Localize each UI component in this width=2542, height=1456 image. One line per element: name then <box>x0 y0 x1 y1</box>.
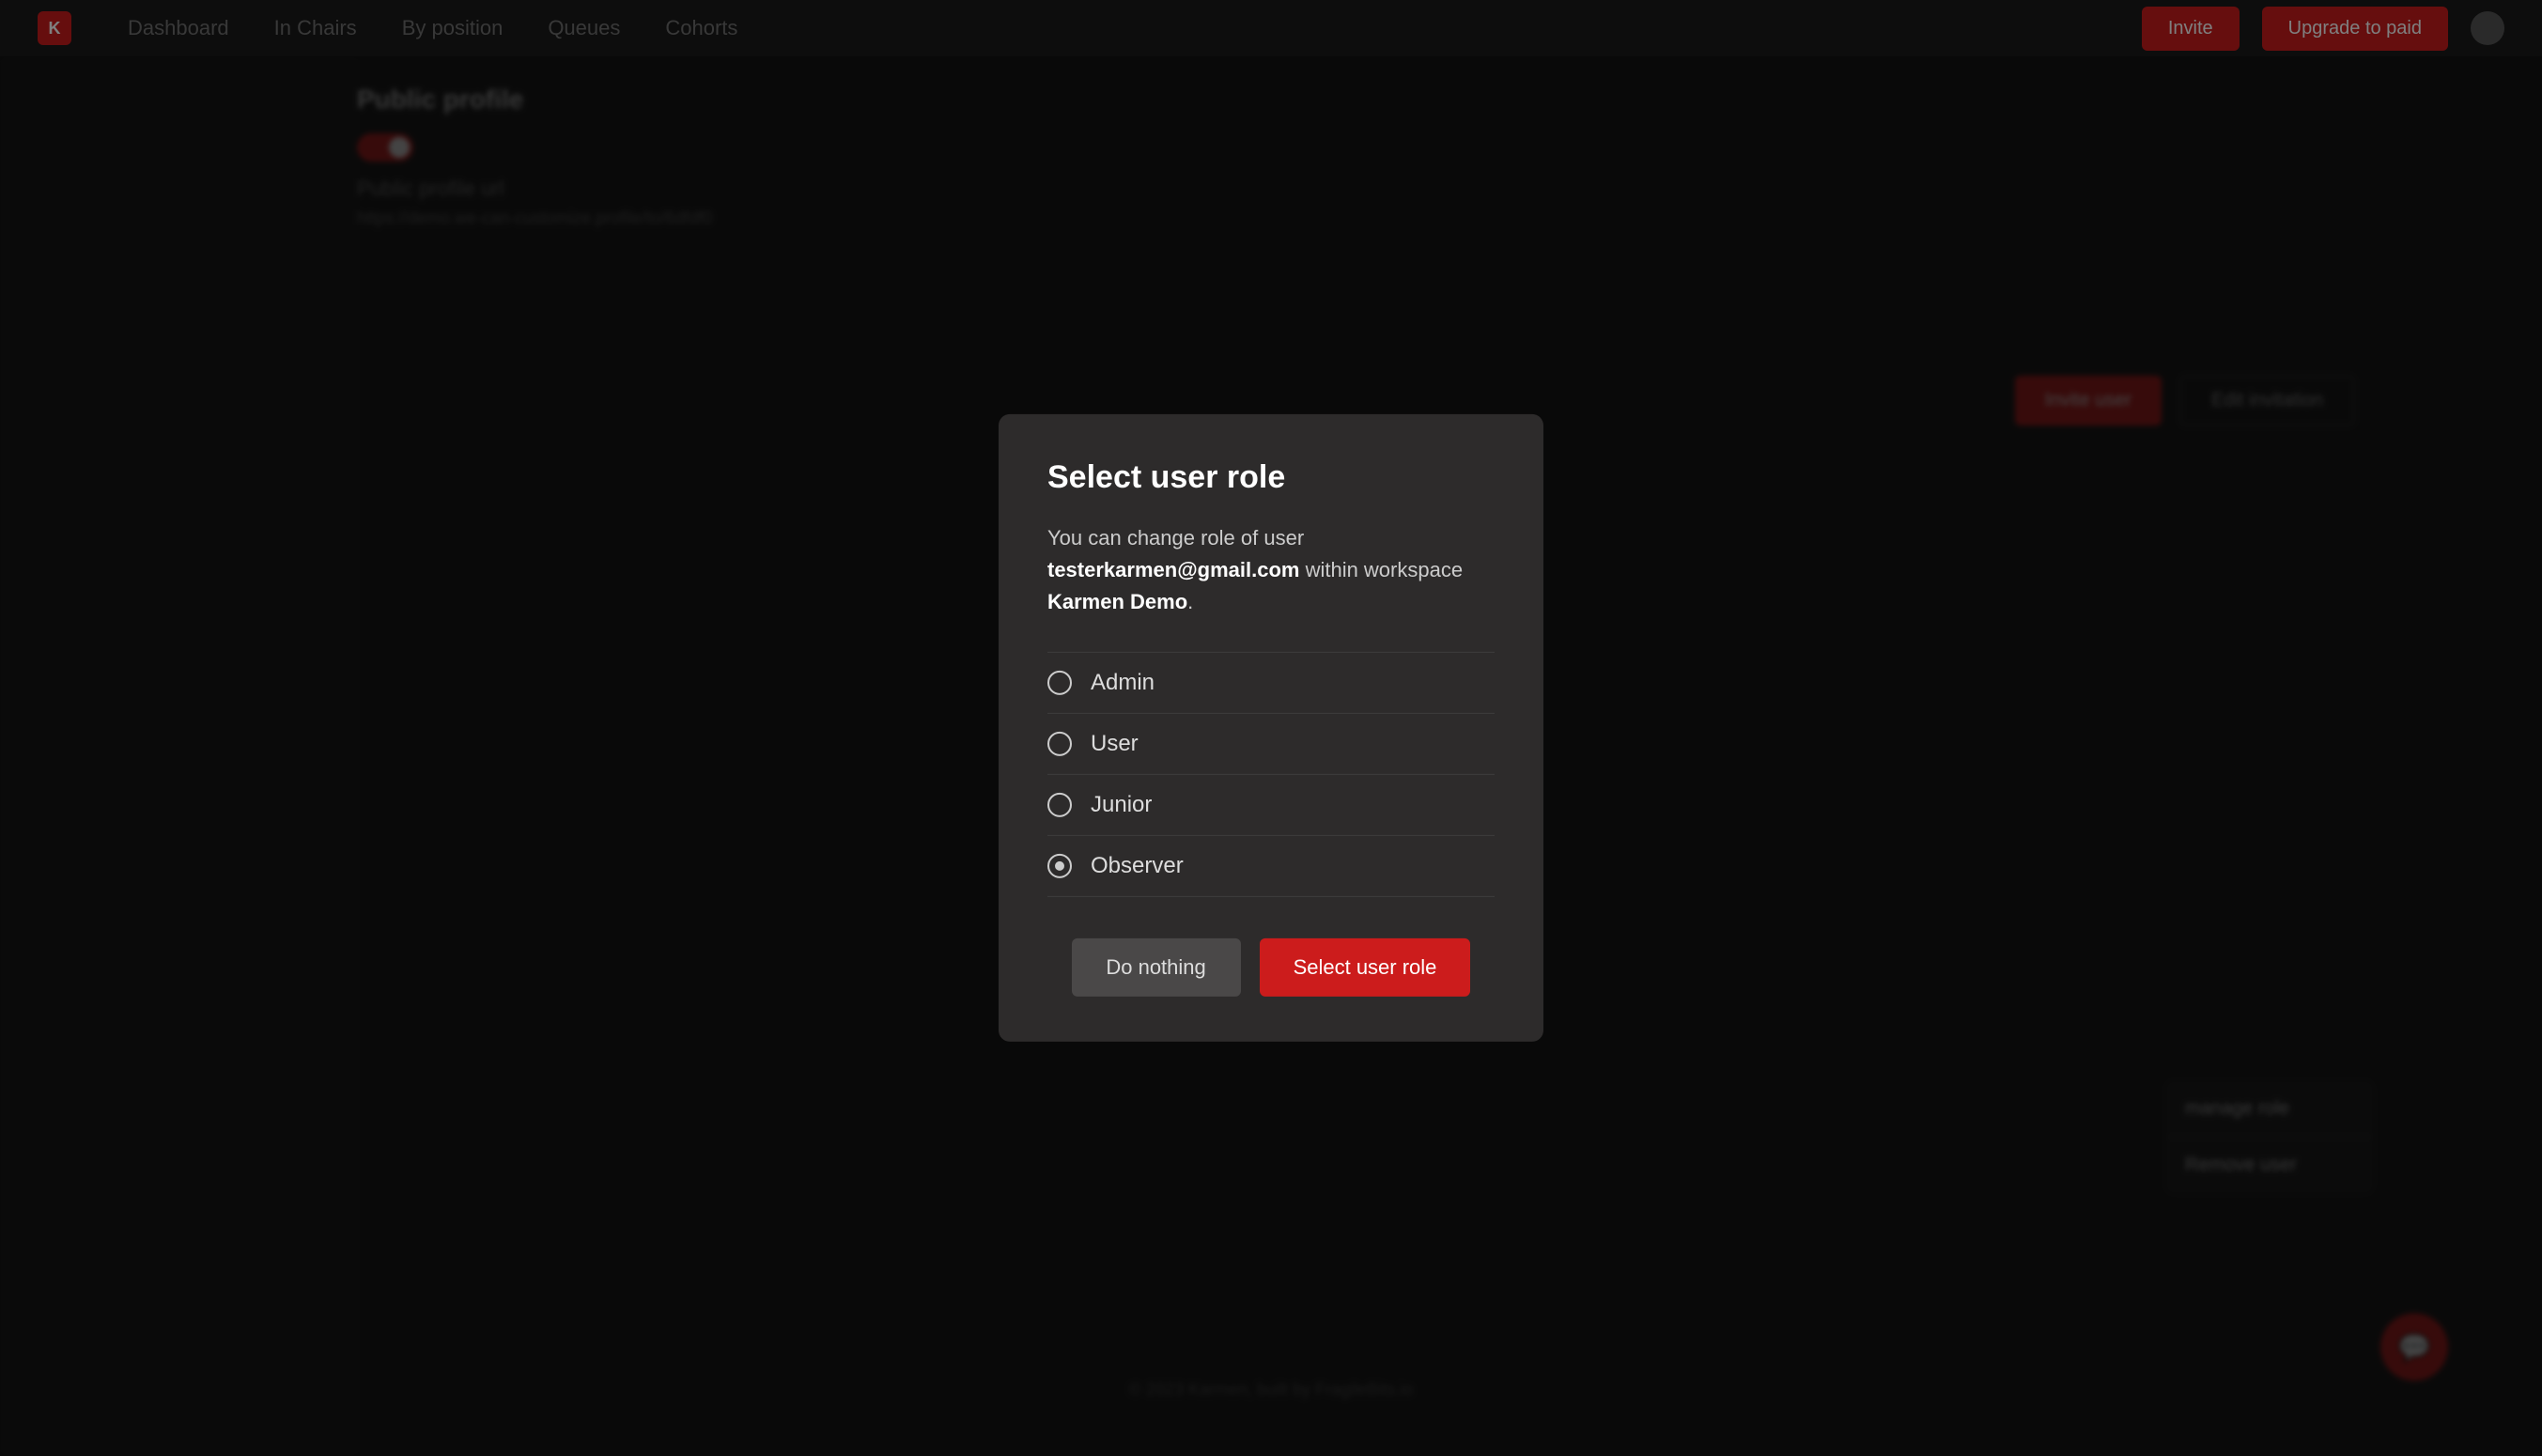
role-radio-list: Admin User Junior Observer <box>1047 652 1495 897</box>
modal-desc-prefix: You can change role of user <box>1047 526 1304 550</box>
radio-item-junior[interactable]: Junior <box>1047 775 1495 836</box>
radio-circle-admin <box>1047 671 1072 695</box>
modal-actions: Do nothing Select user role <box>1047 938 1495 997</box>
select-role-modal: Select user role You can change role of … <box>999 414 1543 1042</box>
radio-circle-junior <box>1047 793 1072 817</box>
modal-desc-suffix: . <box>1187 590 1193 613</box>
modal-desc-mid: within workspace <box>1299 558 1463 581</box>
radio-item-admin[interactable]: Admin <box>1047 652 1495 714</box>
radio-label-observer: Observer <box>1091 853 1184 879</box>
modal-title: Select user role <box>1047 459 1495 496</box>
confirm-select-role-button[interactable]: Select user role <box>1260 938 1471 997</box>
modal-workspace-name: Karmen Demo <box>1047 590 1187 613</box>
radio-label-admin: Admin <box>1091 670 1155 696</box>
radio-label-user: User <box>1091 731 1139 757</box>
radio-label-junior: Junior <box>1091 792 1152 818</box>
radio-circle-user <box>1047 732 1072 756</box>
radio-circle-observer <box>1047 854 1072 878</box>
modal-description: You can change role of user testerkarmen… <box>1047 522 1495 618</box>
radio-item-observer[interactable]: Observer <box>1047 836 1495 897</box>
modal-user-email: testerkarmen@gmail.com <box>1047 558 1299 581</box>
cancel-button[interactable]: Do nothing <box>1072 938 1241 997</box>
radio-item-user[interactable]: User <box>1047 714 1495 775</box>
